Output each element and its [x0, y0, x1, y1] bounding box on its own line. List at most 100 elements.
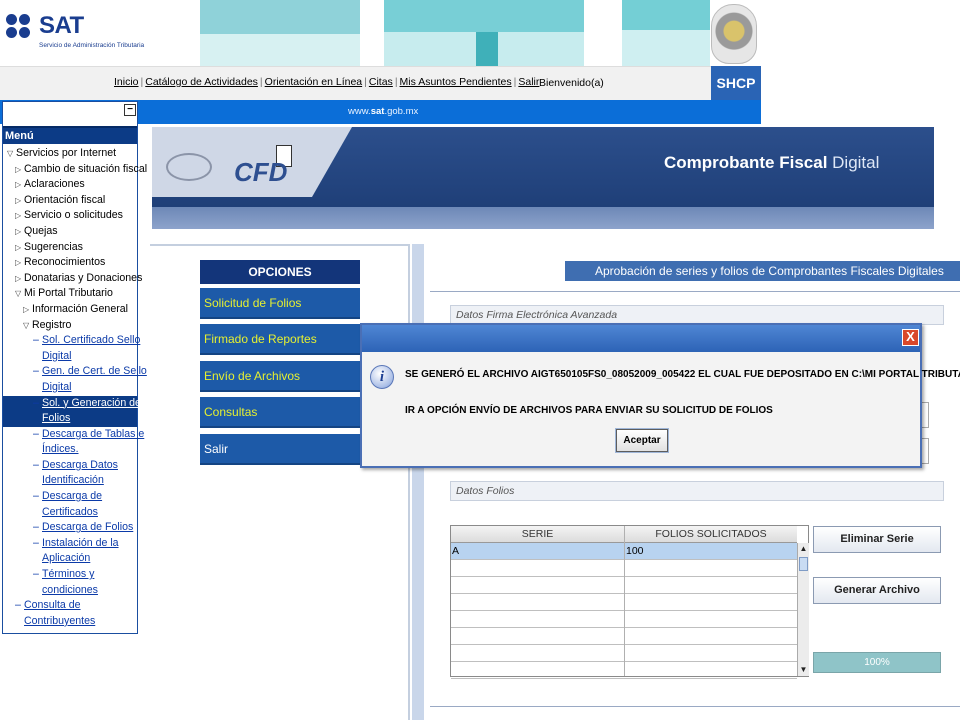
menu-item-label: Orientación fiscal: [24, 193, 106, 206]
menu-collapse-button[interactable]: −: [124, 104, 136, 116]
cell-folios[interactable]: 100: [626, 543, 644, 559]
dialog-message-line1: SE GENERÓ EL ARCHIVO AIGT650105FS0_08052…: [405, 369, 960, 380]
menu-item-label: Índices.: [42, 443, 79, 456]
menu-item[interactable]: ▷ Quejas: [3, 224, 137, 240]
menu-item-label: Sol. y Generación de: [42, 396, 141, 409]
collapsed-triangle-icon: ▷: [15, 211, 22, 221]
nav-link-citas[interactable]: Citas: [369, 76, 393, 88]
menu-item[interactable]: Identificación: [3, 473, 137, 489]
menu-item[interactable]: condiciones: [3, 583, 137, 599]
scroll-thumb[interactable]: [799, 557, 808, 571]
menu-item[interactable]: – Sol. Certificado Sello: [3, 333, 141, 349]
menu-item-label: Descarga de: [42, 490, 103, 503]
menu-item-label: Aplicación: [42, 552, 91, 565]
menu-item[interactable]: ▷ Reconocimientos: [3, 255, 137, 271]
cfd-header-strip: [152, 207, 934, 229]
menu-item[interactable]: – Descarga de: [3, 489, 137, 505]
option-solicitud-folios[interactable]: Solicitud de Folios: [200, 288, 360, 319]
cfd-logo-text: CFD: [234, 157, 288, 187]
menu-item[interactable]: Digital: [3, 380, 137, 396]
dash-icon: –: [33, 536, 39, 549]
menu-item[interactable]: Certificados: [3, 505, 137, 521]
column-header-folios[interactable]: FOLIOS SOLICITADOS: [625, 526, 797, 543]
shcp-logo[interactable]: SHCP: [711, 66, 761, 100]
menu-item[interactable]: Digital: [3, 349, 137, 365]
menu-item-label: Información General: [32, 302, 128, 315]
scroll-down-icon[interactable]: ▼: [798, 664, 809, 676]
menu-item[interactable]: – Términos y: [3, 567, 137, 583]
sat-logo-text: SAT: [39, 12, 84, 39]
menu-item[interactable]: – Sol. y Generación de: [3, 395, 141, 412]
menu-title: Menú: [3, 126, 137, 144]
nav-link-asuntos[interactable]: Mis Asuntos Pendientes: [400, 76, 512, 88]
menu-item[interactable]: Aplicación: [3, 551, 137, 567]
mexico-shield-icon: [711, 4, 757, 64]
menu-item-label: Sol. Certificado Sello: [42, 334, 141, 347]
expanded-triangle-icon: ▽: [23, 320, 30, 330]
option-salir[interactable]: Salir: [200, 434, 360, 465]
dash-icon: –: [33, 490, 39, 503]
menu-item-label: Quejas: [24, 224, 58, 237]
aceptar-button[interactable]: Aceptar: [615, 428, 669, 453]
nav-link-catalogo[interactable]: Catálogo de Actividades: [145, 76, 258, 88]
menu-item[interactable]: – Gen. de Cert. de Sello: [3, 364, 147, 380]
menu-item[interactable]: ▷ Información General: [3, 302, 137, 318]
dialog-titlebar[interactable]: [362, 325, 920, 352]
column-header-serie[interactable]: SERIE: [451, 526, 624, 543]
menu-item[interactable]: ▽ Registro: [3, 318, 137, 334]
menu-item-label: Registro: [32, 318, 72, 331]
sello-icon: [166, 153, 212, 181]
sat-logo-subtitle: Servicio de Administración Tributaria: [39, 42, 145, 49]
cell-serie[interactable]: A: [452, 543, 459, 559]
header-decoration: [476, 32, 498, 66]
menu-item-label: Servicio o solicitudes: [24, 209, 123, 222]
sat-logo-mark-icon: [6, 14, 36, 44]
menu-item[interactable]: ▷ Orientación fiscal: [3, 193, 137, 209]
menu-item[interactable]: Índices.: [3, 442, 137, 458]
menu-item[interactable]: Contribuyentes: [3, 614, 137, 630]
menu-item[interactable]: ▷ Servicio o solicitudes: [3, 208, 137, 224]
menu-item[interactable]: – Consulta de: [3, 598, 137, 614]
menu-item-label: Instalación de la: [42, 536, 119, 549]
menu-item-label: Sugerencias: [24, 240, 83, 253]
option-consultas[interactable]: Consultas: [200, 397, 360, 428]
header-decoration: [384, 0, 584, 32]
nav-link-orientacion[interactable]: Orientación en Línea: [265, 76, 362, 88]
left-menu: − Menú ▽ Servicios por Internet ▷ Cambio de…: [2, 101, 147, 634]
message-dialog: X i SE GENERÓ EL ARCHIVO AIGT650105FS0_0…: [360, 323, 960, 468]
menu-item[interactable]: ▽ Mi Portal Tributario: [3, 286, 137, 302]
option-envio-archivos[interactable]: Envío de Archivos: [200, 361, 360, 392]
top-nav-links: Inicio | Catálogo de Actividades | Orientaci…: [114, 76, 540, 88]
menu-item[interactable]: ▷ Cambio de situación fiscal: [3, 162, 147, 178]
menu-item[interactable]: – Descarga de Tablas e: [3, 427, 144, 443]
menu-item[interactable]: ▽ Servicios por Internet: [3, 146, 137, 162]
menu-item[interactable]: ▷ Aclaraciones: [3, 177, 137, 193]
menu-item-label: Consulta de: [24, 599, 81, 612]
menu-item[interactable]: ▷ Donatarias y Donaciones: [3, 271, 142, 287]
menu-item[interactable]: ▷ Sugerencias: [3, 240, 137, 256]
header-decoration: [200, 0, 360, 34]
collapsed-triangle-icon: ▷: [23, 304, 30, 314]
site-url[interactable]: www.sat.gob.mx: [348, 106, 418, 117]
sat-logo[interactable]: SAT Servicio de Administración Tributari…: [6, 12, 148, 56]
scroll-up-icon[interactable]: ▲: [798, 543, 809, 555]
menu-item[interactable]: – Descarga Datos: [3, 458, 137, 474]
close-icon[interactable]: X: [902, 329, 919, 346]
menu-item[interactable]: – Descarga de Folios: [3, 520, 137, 536]
section-folios: Datos Folios: [450, 481, 944, 501]
table-scrollbar[interactable]: ▲ ▼: [797, 543, 809, 676]
option-firmado-reportes[interactable]: Firmado de Reportes: [200, 324, 360, 355]
menu-item[interactable]: Folios: [3, 411, 137, 427]
generar-archivo-button[interactable]: Generar Archivo: [813, 577, 941, 604]
menu-item-label: Reconocimientos: [24, 256, 106, 269]
options-heading: OPCIONES: [200, 260, 360, 284]
eliminar-serie-button[interactable]: Eliminar Serie: [813, 526, 941, 553]
dash-icon: –: [33, 458, 39, 471]
menu-item[interactable]: – Instalación de la: [3, 536, 137, 552]
info-icon: i: [370, 365, 394, 389]
menu-item-label: Descarga de Folios: [42, 521, 134, 534]
menu-item-label: Gen. de Cert. de Sello: [42, 365, 147, 378]
nav-link-salir[interactable]: Salir: [518, 76, 539, 88]
content-title: Aprobación de series y folios de Comprob…: [565, 261, 960, 281]
nav-link-inicio[interactable]: Inicio: [114, 76, 139, 88]
